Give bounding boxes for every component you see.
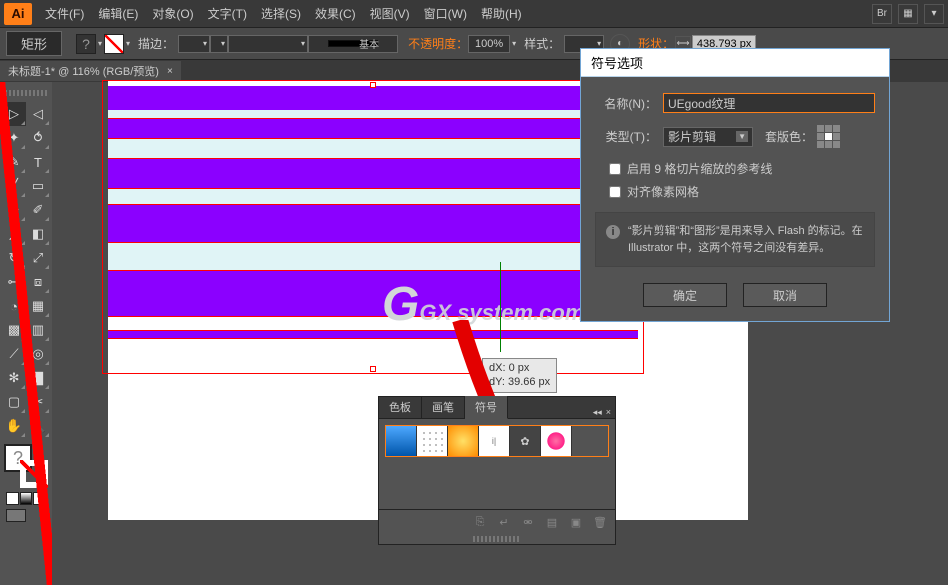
var-width-dropdown[interactable] [228, 35, 308, 53]
symbol-thumb-2[interactable] [417, 426, 448, 456]
menu-effect[interactable]: 效果(C) [308, 5, 363, 22]
new-symbol-btn[interactable]: ▣ [567, 514, 585, 530]
ok-button[interactable]: 确定 [643, 283, 727, 307]
name-label: 名称(N)： [595, 95, 657, 112]
measurement-tooltip: dX: 0 px dY: 39.66 px [482, 358, 557, 393]
stroke-menu[interactable] [210, 35, 228, 53]
type-label: 类型(T)： [595, 128, 657, 145]
symbol-thumb-6[interactable] [541, 426, 572, 456]
swatches-tab[interactable]: 色板 [379, 396, 422, 418]
panel-collapse-icon[interactable]: ◂◂ [593, 407, 602, 418]
stroke-swatch[interactable] [104, 34, 124, 54]
break-link-btn[interactable]: ⚮ [519, 514, 537, 530]
selected-artwork[interactable] [108, 86, 638, 368]
menu-window[interactable]: 窗口(W) [417, 5, 474, 22]
stroke-label: 描边： [138, 35, 174, 52]
panel-close-icon[interactable]: × [606, 407, 611, 418]
stroke-weight-dropdown[interactable] [178, 35, 210, 53]
bridge-icon[interactable]: Br [872, 4, 892, 24]
symbol-thumb-3[interactable] [448, 426, 479, 456]
opacity-label: 不透明度： [408, 35, 468, 52]
none-mode-btn[interactable] [33, 492, 46, 505]
app-logo: Ai [4, 3, 32, 25]
info-text: “影片剪辑”和“图形”是用来导入 Flash 的标记。在 Illustrator… [628, 223, 864, 256]
align-pixel-checkbox[interactable]: 对齐像素网格 [609, 183, 875, 200]
dy-label: dY: 39.66 px [489, 375, 550, 389]
close-tab-icon[interactable]: × [167, 66, 173, 77]
workspace-dropdown[interactable]: ▾ [924, 4, 944, 24]
document-tab-title: 未标题-1* @ 116% (RGB/预览) [8, 63, 159, 79]
brush-preview[interactable]: 基本 [308, 35, 398, 53]
symbol-options-dialog: 符号选项 名称(N)： 类型(T)： 影片剪辑 套版色： 启用 9 格切片缩放的… [580, 48, 890, 322]
symbols-panel: 色板 画笔 符号 ◂◂ × i| ✿ ⎘ [378, 396, 616, 545]
nine-slice-label: 启用 9 格切片缩放的参考线 [627, 160, 772, 177]
fill-swatch[interactable]: ? [76, 34, 96, 54]
menu-edit[interactable]: 编辑(E) [91, 5, 145, 22]
style-label: 样式： [524, 35, 560, 52]
delete-symbol-btn[interactable]: 🗑 [591, 514, 609, 530]
type-dropdown[interactable]: 影片剪辑 [663, 127, 753, 147]
toolbox: ▷ ◁ ✦ ⥀ ✎ T ╱ ▭ ✏ ✐ ◢ ◧ ↻ ⤢ ⊶ ⧈ ◔ ▦ ▩ ▥ … [0, 82, 52, 585]
align-pixel-label: 对齐像素网格 [627, 183, 699, 200]
menu-view[interactable]: 视图(V) [363, 5, 417, 22]
menu-help[interactable]: 帮助(H) [474, 5, 529, 22]
symbol-options-btn[interactable]: ▤ [543, 514, 561, 530]
panel-resize-grip[interactable] [473, 536, 520, 542]
opacity-input[interactable] [468, 35, 510, 53]
symbol-thumb-1[interactable] [386, 426, 417, 456]
menu-bar: Ai 文件(F) 编辑(E) 对象(O) 文字(T) 选择(S) 效果(C) 视… [0, 0, 948, 28]
symbol-library-btn[interactable]: ⎘ [471, 514, 489, 530]
menu-type[interactable]: 文字(T) [201, 5, 254, 22]
symbols-tab[interactable]: 符号 [465, 396, 508, 419]
dx-label: dX: 0 px [489, 361, 550, 375]
arrange-icon[interactable]: ▦ [898, 4, 918, 24]
place-symbol-btn[interactable]: ↵ [495, 514, 513, 530]
name-input[interactable] [663, 93, 875, 113]
menu-file[interactable]: 文件(F) [38, 5, 91, 22]
symbol-thumb-5[interactable]: ✿ [510, 426, 541, 456]
symbol-thumb-4[interactable]: i| [479, 426, 510, 456]
menu-object[interactable]: 对象(O) [145, 5, 200, 22]
document-tab[interactable]: 未标题-1* @ 116% (RGB/预览) × [0, 61, 181, 81]
nine-slice-checkbox[interactable]: 启用 9 格切片缩放的参考线 [609, 160, 875, 177]
tool-name-label: 矩形 [6, 31, 62, 56]
info-icon: i [606, 225, 620, 239]
registration-grid[interactable] [817, 125, 840, 148]
menu-select[interactable]: 选择(S) [254, 5, 308, 22]
cancel-button[interactable]: 取消 [743, 283, 827, 307]
registration-label: 套版色： [765, 128, 813, 145]
brushes-tab[interactable]: 画笔 [422, 396, 465, 418]
dialog-title: 符号选项 [581, 49, 889, 77]
